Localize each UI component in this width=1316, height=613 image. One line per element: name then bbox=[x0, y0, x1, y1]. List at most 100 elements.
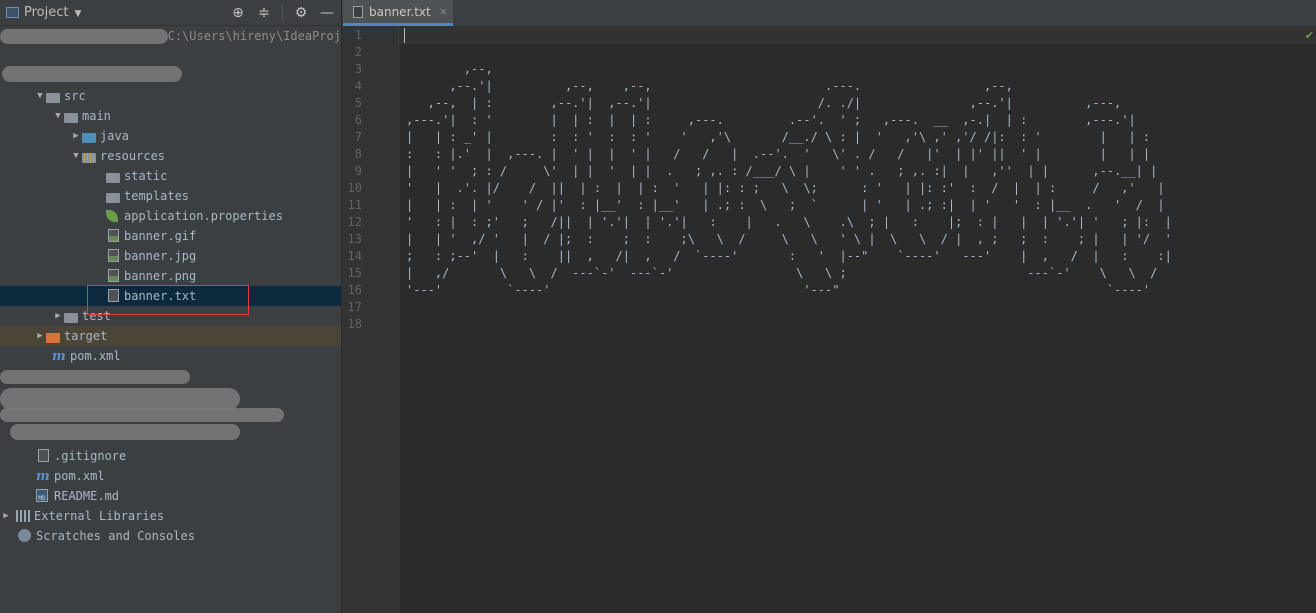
privacy-blur bbox=[0, 370, 190, 384]
toolbar-divider bbox=[282, 4, 283, 21]
folder-icon bbox=[46, 92, 60, 103]
tree-row-src[interactable]: ▼ src bbox=[0, 86, 341, 106]
privacy-blur bbox=[0, 29, 168, 44]
project-view-selector[interactable]: Project bbox=[24, 5, 68, 20]
tree-row-templates[interactable]: templates bbox=[0, 186, 341, 206]
tree-row-application-properties[interactable]: application.properties bbox=[0, 206, 341, 226]
tab-banner-txt[interactable]: banner.txt × bbox=[343, 0, 453, 26]
tree-row-banner-jpg[interactable]: banner.jpg bbox=[0, 246, 341, 266]
excluded-folder-icon bbox=[46, 332, 60, 343]
line-number: 10 bbox=[347, 181, 362, 195]
line-number: 9 bbox=[354, 164, 362, 178]
tree-label: resources bbox=[100, 149, 166, 163]
line-number: 16 bbox=[347, 283, 362, 297]
resources-folder-icon bbox=[82, 152, 96, 163]
tree-label: banner.png bbox=[124, 269, 197, 283]
line-number: 2 bbox=[354, 45, 362, 59]
spring-leaf-icon bbox=[106, 209, 120, 223]
tree-row-java[interactable]: ▶ java bbox=[0, 126, 341, 146]
tree-row-scratches[interactable]: Scratches and Consoles bbox=[0, 526, 341, 546]
line-number: 17 bbox=[347, 300, 362, 314]
gear-icon[interactable]: ⚙ bbox=[293, 5, 309, 21]
image-file-icon bbox=[106, 229, 120, 243]
tree-row-test[interactable]: ▶ test bbox=[0, 306, 341, 326]
text-caret bbox=[404, 28, 405, 43]
tree-label: banner.gif bbox=[124, 229, 197, 243]
library-icon bbox=[16, 509, 30, 523]
tree-row-banner-txt[interactable]: banner.txt bbox=[0, 286, 341, 306]
line-number: 12 bbox=[347, 215, 362, 229]
tree-row-external-libraries[interactable]: ▶ External Libraries bbox=[0, 506, 341, 526]
tree-label: External Libraries bbox=[34, 509, 165, 523]
tree-row-main[interactable]: ▼ main bbox=[0, 106, 341, 126]
line-number: 15 bbox=[347, 266, 362, 280]
checkmark-icon: ✔ bbox=[1304, 29, 1314, 42]
tree-label: target bbox=[64, 329, 108, 343]
tree-label: banner.jpg bbox=[124, 249, 197, 263]
collapse-arrow-icon[interactable]: ▶ bbox=[70, 131, 82, 141]
tree-label: static bbox=[124, 169, 168, 183]
collapse-arrow-icon[interactable]: ▶ bbox=[0, 511, 12, 521]
project-panel: Project ▼ ⊕ ≑ ⚙ — C:\Users\hireny\IdeaPr… bbox=[0, 0, 342, 613]
tree-row-pom-xml[interactable]: m pom.xml bbox=[0, 346, 341, 366]
line-number: 14 bbox=[347, 249, 362, 263]
tree-row-target[interactable]: ▶ target bbox=[0, 326, 341, 346]
tree-label: banner.txt bbox=[124, 289, 197, 303]
privacy-blur bbox=[10, 424, 240, 440]
collapse-all-icon[interactable]: ≑ bbox=[256, 5, 272, 21]
tree-label: pom.xml bbox=[54, 469, 105, 483]
folder-icon bbox=[64, 112, 78, 123]
expand-arrow-icon[interactable]: ▼ bbox=[52, 111, 64, 121]
tree-row-banner-png[interactable]: banner.png bbox=[0, 266, 341, 286]
line-number: 7 bbox=[354, 130, 362, 144]
tree-label: main bbox=[82, 109, 111, 123]
maven-file-icon: m bbox=[36, 469, 50, 484]
root-path-label: C:\Users\hireny\IdeaProj bbox=[167, 29, 341, 43]
image-file-icon bbox=[106, 249, 120, 263]
tree-row-banner-gif[interactable]: banner.gif bbox=[0, 226, 341, 246]
tree-label: .gitignore bbox=[54, 449, 127, 463]
tree-row-static[interactable]: static bbox=[0, 166, 341, 186]
tree-label: templates bbox=[124, 189, 190, 203]
line-number: 8 bbox=[354, 147, 362, 161]
ide-window: Project ▼ ⊕ ≑ ⚙ — C:\Users\hireny\IdeaPr… bbox=[0, 0, 1316, 613]
hide-panel-icon[interactable]: — bbox=[319, 5, 335, 21]
tree-label: java bbox=[100, 129, 129, 143]
line-number: 3 bbox=[354, 62, 362, 76]
image-file-icon bbox=[106, 269, 120, 283]
text-file-icon bbox=[353, 5, 363, 18]
line-number: 5 bbox=[354, 96, 362, 110]
source-folder-icon bbox=[82, 132, 96, 143]
line-number: 11 bbox=[347, 198, 362, 212]
line-number: 18 bbox=[347, 317, 362, 331]
tree-row-root-pom-xml[interactable]: m pom.xml bbox=[0, 466, 341, 486]
tree-label: Scratches and Consoles bbox=[36, 529, 195, 543]
privacy-blur bbox=[0, 408, 284, 422]
panel-toolbar: ⊕ ≑ ⚙ — bbox=[230, 0, 335, 25]
collapse-arrow-icon[interactable]: ▶ bbox=[52, 311, 64, 321]
tree-row-readme[interactable]: MD README.md bbox=[0, 486, 341, 506]
folder-icon bbox=[106, 192, 120, 203]
collapse-arrow-icon[interactable]: ▶ bbox=[34, 331, 46, 341]
project-panel-header: Project ▼ ⊕ ≑ ⚙ — bbox=[0, 0, 341, 26]
editor-text[interactable]: ,--, ,--.'| ,--, ,--, .---. ,--, ,--, | … bbox=[406, 27, 1172, 316]
tree-label: pom.xml bbox=[70, 349, 121, 363]
expand-arrow-icon[interactable]: ▼ bbox=[34, 91, 46, 101]
tree-label: README.md bbox=[54, 489, 120, 503]
tree-row-resources[interactable]: ▼ resources bbox=[0, 146, 341, 166]
line-number-gutter: 1 2 3 4 5 6 7 8 9 10 11 12 13 14 15 16 1… bbox=[342, 27, 399, 613]
locate-file-icon[interactable]: ⊕ bbox=[230, 5, 246, 21]
chevron-down-icon[interactable]: ▼ bbox=[74, 9, 81, 19]
text-file-icon bbox=[106, 289, 120, 303]
privacy-blur bbox=[0, 388, 240, 410]
line-number: 13 bbox=[347, 232, 362, 246]
line-number: 6 bbox=[354, 113, 362, 127]
project-window-icon bbox=[6, 7, 19, 18]
scratches-icon bbox=[18, 529, 32, 543]
expand-arrow-icon[interactable]: ▼ bbox=[70, 151, 82, 161]
tree-label: application.properties bbox=[124, 209, 283, 223]
tree-label: src bbox=[64, 89, 86, 103]
tree-row-gitignore[interactable]: .gitignore bbox=[0, 446, 341, 466]
gitignore-file-icon bbox=[36, 449, 50, 463]
close-icon[interactable]: × bbox=[439, 5, 448, 18]
